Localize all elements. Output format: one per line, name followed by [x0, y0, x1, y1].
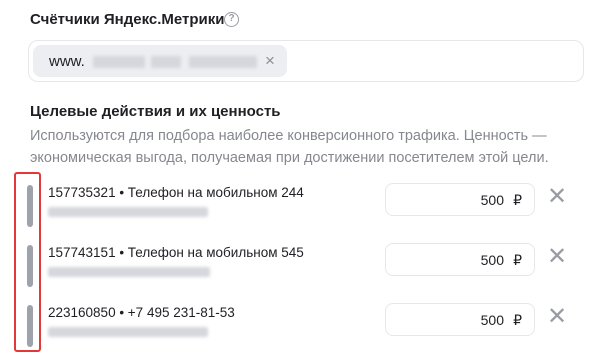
- goal-name: 157735321 • Телефон на мобильном 244: [48, 185, 304, 200]
- redacted-text: [151, 56, 181, 68]
- goal-price-value: 500: [480, 252, 504, 268]
- redacted-text: [48, 207, 208, 217]
- counters-title: Счётчики Яндекс.Метрики: [30, 11, 225, 28]
- goal-price-input[interactable]: 500 ₽: [385, 303, 535, 336]
- remove-goal-icon[interactable]: ✕: [545, 185, 569, 210]
- goals-title: Целевые действия и их ценность: [30, 103, 281, 120]
- goal-row: 223160850 • +7 495 231-81-53 500 ₽ ✕: [0, 303, 600, 359]
- goal-row: 157735321 • Телефон на мобильном 244 500…: [0, 183, 600, 245]
- redacted-text: [48, 267, 210, 277]
- goal-row: 157743151 • Телефон на мобильном 545 500…: [0, 243, 600, 305]
- highlight-annotation: [14, 172, 41, 352]
- counter-chip: www. ×: [33, 45, 287, 77]
- chip-close-icon[interactable]: ×: [265, 51, 275, 71]
- redacted-text: [48, 327, 208, 337]
- goal-price-value: 500: [480, 312, 504, 328]
- goal-name: 157743151 • Телефон на мобильном 545: [48, 245, 304, 260]
- help-icon[interactable]: ?: [224, 12, 239, 27]
- goal-price-input[interactable]: 500 ₽: [385, 183, 535, 216]
- currency-label: ₽: [513, 312, 522, 328]
- remove-goal-icon[interactable]: ✕: [545, 245, 569, 270]
- currency-label: ₽: [513, 192, 522, 208]
- redacted-text: [93, 56, 145, 68]
- remove-goal-icon[interactable]: ✕: [545, 305, 569, 330]
- goals-description: Используются для подбора наиболее конвер…: [30, 128, 549, 166]
- counter-selector[interactable]: www. ×: [28, 40, 584, 82]
- goal-price-value: 500: [480, 192, 504, 208]
- redacted-text: [189, 56, 257, 68]
- goal-price-input[interactable]: 500 ₽: [385, 243, 535, 276]
- currency-label: ₽: [513, 252, 522, 268]
- goal-name: 223160850 • +7 495 231-81-53: [48, 305, 235, 320]
- counter-chip-label: www.: [49, 53, 85, 70]
